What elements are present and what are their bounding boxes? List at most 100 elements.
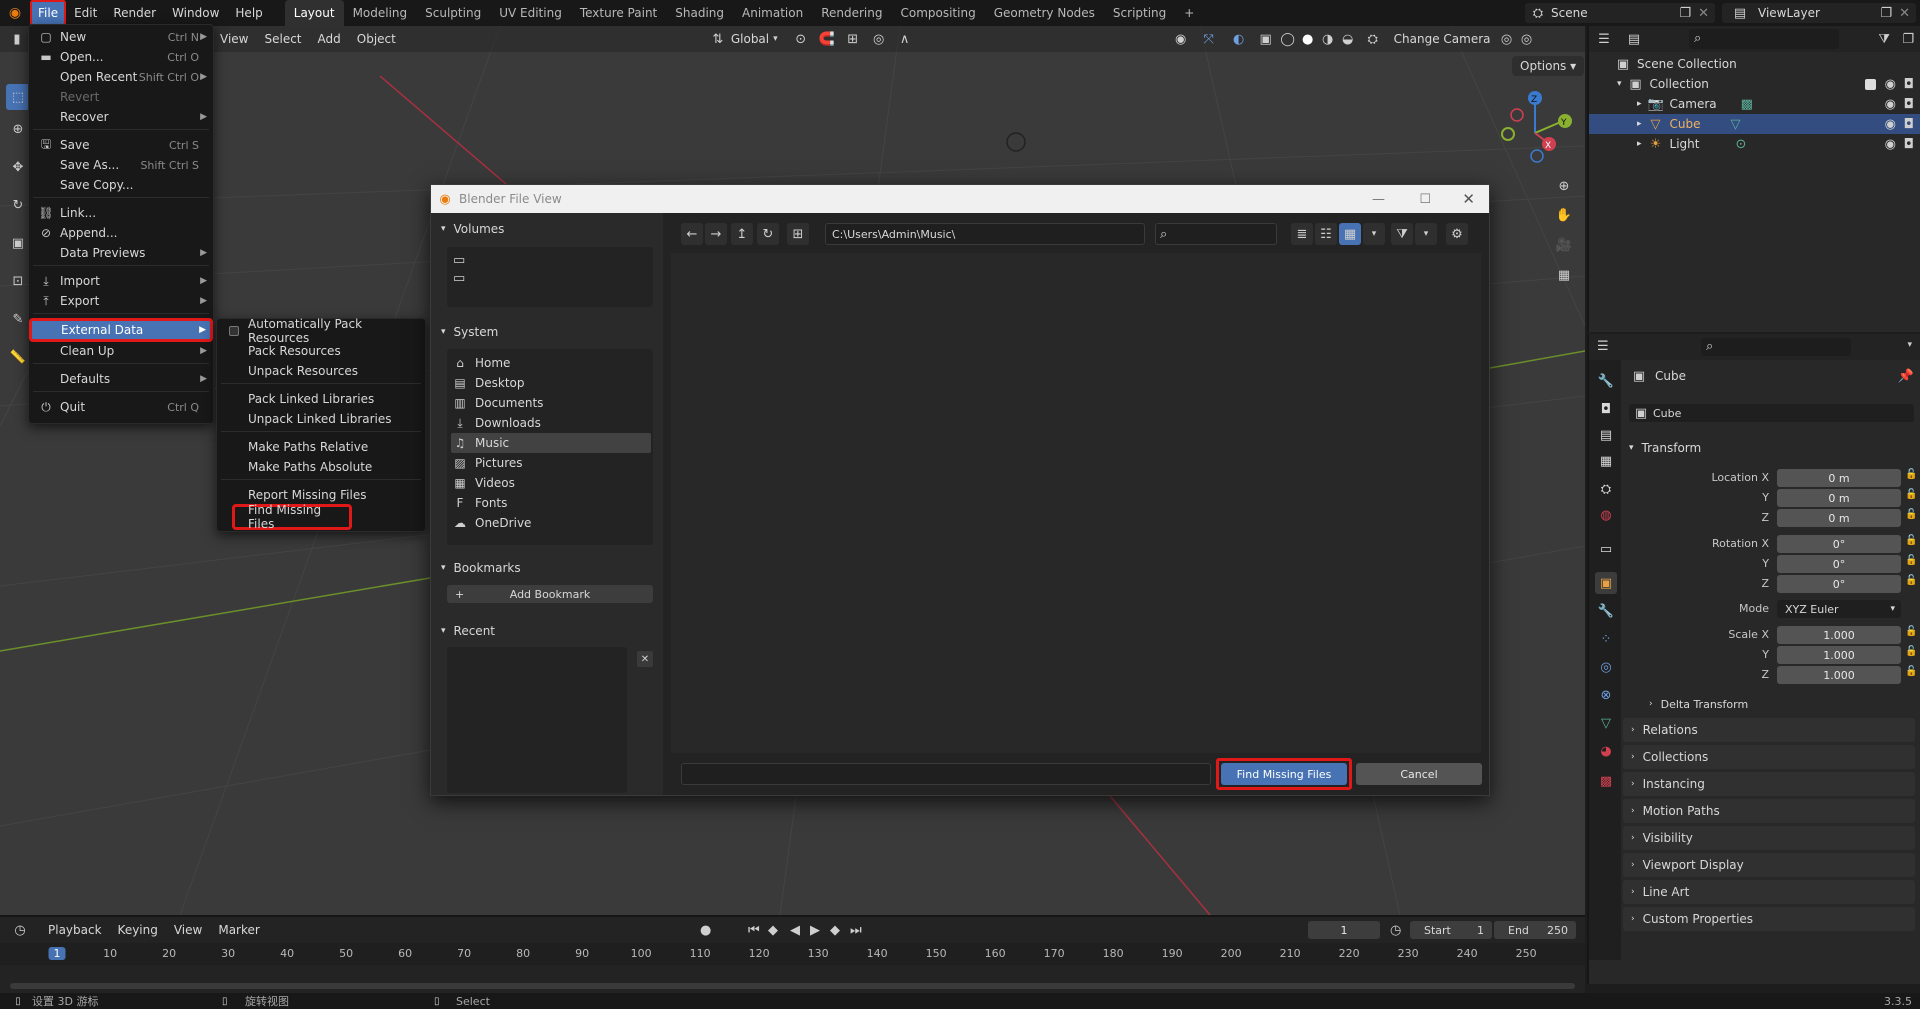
blender-logo-icon[interactable]: ◉: [0, 5, 30, 21]
outliner-item-cube[interactable]: ▸ ▽ Cube ▽ ◉ ◘: [1589, 114, 1920, 134]
forward-icon[interactable]: →: [705, 223, 727, 245]
jump-end-icon[interactable]: ⏭: [850, 923, 862, 938]
rotation-z-field[interactable]: 0°: [1777, 575, 1901, 593]
collection-tab-icon[interactable]: ▭: [1595, 538, 1617, 560]
section-instancing[interactable]: › Instancing: [1623, 772, 1915, 796]
next-keyframe-icon[interactable]: ◆: [830, 923, 840, 938]
menu-item-pack-linked[interactable]: Pack Linked Libraries: [217, 389, 425, 409]
menu-item-unpack-resources[interactable]: Unpack Resources: [217, 361, 425, 381]
chevron-down-icon[interactable]: ▾: [1907, 340, 1912, 350]
snap-target-icon[interactable]: ⊞: [840, 32, 866, 47]
delete-scene-icon[interactable]: ✕: [1698, 6, 1709, 21]
eye-icon[interactable]: ◉: [1885, 77, 1896, 92]
play-reverse-icon[interactable]: ◀: [790, 923, 800, 938]
lock-icon[interactable]: 🔓: [1905, 555, 1917, 566]
menu-window[interactable]: Window: [164, 0, 227, 26]
tool-tab-icon[interactable]: 🔧: [1595, 370, 1617, 392]
constraints-tab-icon[interactable]: ⊗: [1595, 684, 1617, 706]
system-item-home[interactable]: ⌂ Home: [451, 353, 651, 373]
camera-switch-icon[interactable]: ⛭: [1358, 32, 1388, 47]
search-input[interactable]: [1176, 225, 1272, 243]
wireframe-shading-icon[interactable]: ◯: [1278, 32, 1298, 47]
filter-icon[interactable]: ⧩: [1878, 32, 1890, 47]
menu-item-report-missing[interactable]: Report Missing Files: [217, 485, 425, 505]
play-icon[interactable]: ▶: [810, 923, 820, 938]
menu-item-clean-up[interactable]: Clean Up ▶: [29, 341, 213, 361]
system-item-downloads[interactable]: ⤓ Downloads: [451, 413, 651, 433]
filter-options-icon[interactable]: ▾: [1415, 223, 1437, 245]
end-frame-field[interactable]: End 250: [1494, 921, 1576, 939]
viewport-menu-object[interactable]: Object: [349, 32, 404, 46]
timeline-menu-keying[interactable]: Keying: [110, 923, 166, 937]
object-tab-icon[interactable]: ▣: [1595, 572, 1617, 594]
data-tab-icon[interactable]: ▽: [1595, 712, 1617, 734]
location-y-field[interactable]: 0 m: [1777, 489, 1901, 507]
viewport-menu-select[interactable]: Select: [256, 32, 309, 46]
options-button[interactable]: Options ▾: [1512, 56, 1585, 76]
minimize-icon[interactable]: —: [1372, 192, 1385, 207]
snap-icon[interactable]: 🧲: [814, 32, 840, 47]
timeline-menu-playback[interactable]: Playback: [40, 923, 110, 937]
menu-item-import[interactable]: ⤓ Import ▶: [29, 271, 213, 291]
path-input[interactable]: [825, 223, 1145, 245]
axis-gizmo[interactable]: Z Y X: [1490, 88, 1580, 178]
bookmarks-header[interactable]: ▾ Bookmarks: [441, 558, 521, 578]
search-field[interactable]: ⌕: [1155, 223, 1277, 245]
tab-compositing[interactable]: Compositing: [891, 0, 984, 26]
start-frame-field[interactable]: Start 1: [1410, 921, 1492, 939]
viewport-menu-view[interactable]: View: [212, 32, 256, 46]
tab-texture-paint[interactable]: Texture Paint: [571, 0, 666, 26]
viewport-menu-add[interactable]: Add: [310, 32, 349, 46]
close-icon[interactable]: ✕: [1462, 190, 1475, 208]
lock-icon[interactable]: 🔓: [1905, 489, 1917, 500]
menu-item-link[interactable]: ⛓ Link...: [29, 203, 213, 223]
menu-item-recover[interactable]: Recover ▶: [29, 107, 213, 127]
scale-y-field[interactable]: 1.000: [1777, 646, 1901, 664]
menu-item-append[interactable]: ⊘ Append...: [29, 223, 213, 243]
select-tool-icon[interactable]: ⬚: [6, 84, 30, 110]
change-camera-button[interactable]: Change Camera: [1388, 32, 1497, 46]
camera-lock-icon[interactable]: ◎: [1517, 32, 1537, 47]
system-item-pictures[interactable]: ▨ Pictures: [451, 453, 651, 473]
system-item-videos[interactable]: ▦ Videos: [451, 473, 651, 493]
lock-icon[interactable]: 🔓: [1905, 666, 1917, 677]
detail-view-icon[interactable]: ☷: [1315, 223, 1337, 245]
display-mode-icon[interactable]: ▤: [1619, 32, 1649, 47]
new-collection-icon[interactable]: ❐: [1902, 32, 1914, 47]
transform-tool-icon[interactable]: ⊡: [6, 262, 30, 300]
file-list-area[interactable]: [671, 253, 1481, 753]
rotation-mode-select[interactable]: XYZ Euler ▾: [1777, 600, 1901, 618]
tab-uv-editing[interactable]: UV Editing: [490, 0, 571, 26]
location-x-field[interactable]: 0 m: [1777, 469, 1901, 487]
eye-icon[interactable]: ◉: [1885, 137, 1896, 152]
menu-item-save-as[interactable]: Save As... Shift Ctrl S: [29, 155, 213, 175]
menu-item-save-copy[interactable]: Save Copy...: [29, 175, 213, 195]
outliner-scene-collection[interactable]: ▣ Scene Collection: [1589, 54, 1920, 74]
scale-x-field[interactable]: 1.000: [1777, 626, 1901, 644]
menu-item-new[interactable]: ▢ New Ctrl N ▶: [29, 27, 213, 47]
menu-help[interactable]: Help: [227, 0, 270, 26]
scale-tool-icon[interactable]: ▣: [6, 224, 30, 262]
render-tab-icon[interactable]: ◘: [1595, 398, 1617, 420]
camera-render-icon[interactable]: ◘: [1904, 117, 1914, 132]
camera-view-icon[interactable]: 🎥: [1550, 230, 1578, 260]
outliner-collection[interactable]: ▾ ▣ Collection ◉ ◘: [1589, 74, 1920, 94]
particles-tab-icon[interactable]: ⁘: [1595, 628, 1617, 650]
lock-icon[interactable]: 🔓: [1905, 626, 1917, 637]
view-layer-tab-icon[interactable]: ▦: [1595, 450, 1617, 472]
editor-type-icon[interactable]: ☰: [1589, 32, 1619, 47]
volumes-header[interactable]: ▾ Volumes: [441, 219, 504, 239]
new-scene-icon[interactable]: ❐: [1679, 6, 1691, 21]
object-datablock-field[interactable]: ▣ Cube: [1629, 404, 1914, 422]
zoom-icon[interactable]: ⊕: [1550, 172, 1578, 200]
section-viewport-display[interactable]: › Viewport Display: [1623, 853, 1915, 877]
timeline-scrollbar[interactable]: [10, 983, 1575, 989]
transform-header[interactable]: ▾ Transform: [1629, 438, 1914, 458]
cursor-tool-icon[interactable]: ⊕: [6, 110, 30, 148]
output-tab-icon[interactable]: ▤: [1595, 424, 1617, 446]
xray-icon[interactable]: ▣: [1254, 32, 1278, 47]
add-workspace-button[interactable]: +: [1175, 0, 1203, 26]
new-folder-icon[interactable]: ⊞: [787, 223, 809, 245]
outliner-search[interactable]: ⌕: [1689, 29, 1839, 49]
material-tab-icon[interactable]: ◕: [1595, 740, 1617, 762]
